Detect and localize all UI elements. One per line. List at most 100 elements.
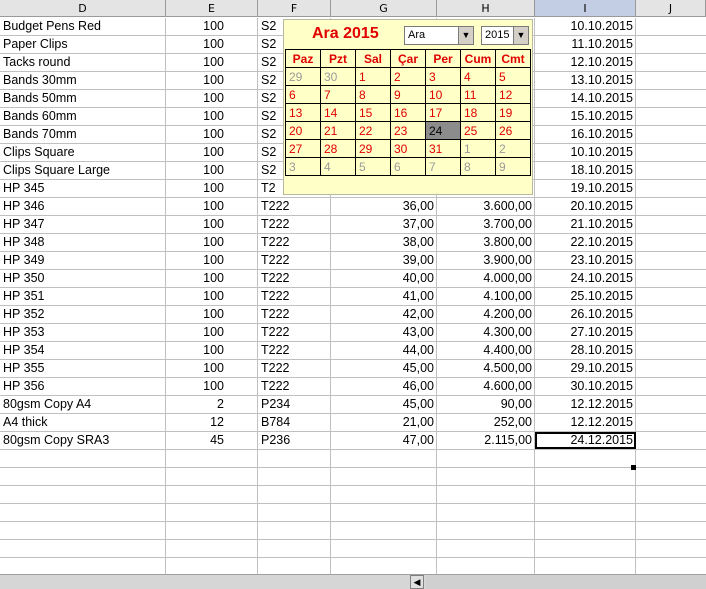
cell-f[interactable]: T222 [258, 252, 331, 269]
calendar-day[interactable]: 25 [460, 121, 496, 140]
calendar-day[interactable]: 12 [495, 85, 531, 104]
cell-f[interactable]: T222 [258, 324, 331, 341]
cell-d[interactable]: Clips Square [0, 144, 166, 161]
cell-f[interactable]: B784 [258, 414, 331, 431]
column-header-d[interactable]: D [0, 0, 166, 17]
calendar-day[interactable]: 1 [355, 67, 391, 86]
calendar-day[interactable]: 3 [285, 157, 321, 176]
cell-d[interactable]: HP 348 [0, 234, 166, 251]
cell-f[interactable]: T222 [258, 270, 331, 287]
calendar-day[interactable]: 23 [390, 121, 426, 140]
cell-d[interactable]: Budget Pens Red [0, 18, 166, 35]
cell-e[interactable]: 100 [166, 324, 258, 341]
cell-e[interactable]: 100 [166, 126, 258, 143]
cell-d[interactable]: 80gsm Copy A4 [0, 396, 166, 413]
cell-i[interactable]: 27.10.2015 [535, 324, 636, 341]
calendar-day[interactable]: 8 [460, 157, 496, 176]
cell-e[interactable]: 100 [166, 162, 258, 179]
calendar-day[interactable]: 2 [495, 139, 531, 158]
cell-g[interactable]: 39,00 [331, 252, 437, 269]
cell-g[interactable]: 42,00 [331, 306, 437, 323]
cell-d[interactable]: HP 353 [0, 324, 166, 341]
cell-g[interactable]: 37,00 [331, 216, 437, 233]
cell-i[interactable]: 20.10.2015 [535, 198, 636, 215]
cell-h[interactable]: 4.100,00 [437, 288, 535, 305]
cell-f[interactable]: T222 [258, 378, 331, 395]
cell-h[interactable]: 3.600,00 [437, 198, 535, 215]
calendar-day[interactable]: 5 [495, 67, 531, 86]
cell-e[interactable]: 100 [166, 198, 258, 215]
calendar-day[interactable]: 9 [390, 85, 426, 104]
calendar-day[interactable]: 3 [425, 67, 461, 86]
cell-h[interactable]: 3.800,00 [437, 234, 535, 251]
calendar-day[interactable]: 1 [460, 139, 496, 158]
cell-e[interactable]: 100 [166, 72, 258, 89]
cell-d[interactable]: HP 345 [0, 180, 166, 197]
cell-d[interactable]: HP 347 [0, 216, 166, 233]
cell-e[interactable]: 100 [166, 378, 258, 395]
calendar-day[interactable]: 8 [355, 85, 391, 104]
cell-e[interactable]: 100 [166, 360, 258, 377]
cell-i[interactable]: 12.12.2015 [535, 414, 636, 431]
cell-d[interactable]: Bands 30mm [0, 72, 166, 89]
column-header-i[interactable]: I [535, 0, 636, 17]
cell-f[interactable]: T222 [258, 288, 331, 305]
cell-f[interactable]: P234 [258, 396, 331, 413]
calendar-day[interactable]: 17 [425, 103, 461, 122]
cell-i[interactable]: 28.10.2015 [535, 342, 636, 359]
cell-e[interactable]: 100 [166, 180, 258, 197]
cell-i[interactable]: 14.10.2015 [535, 90, 636, 107]
cell-d[interactable]: HP 352 [0, 306, 166, 323]
cell-g[interactable]: 46,00 [331, 378, 437, 395]
cell-g[interactable]: 47,00 [331, 432, 437, 449]
calendar-day[interactable]: 29 [285, 67, 321, 86]
calendar-day[interactable]: 2 [390, 67, 426, 86]
calendar-day[interactable]: 26 [495, 121, 531, 140]
cell-d[interactable]: A4 thick [0, 414, 166, 431]
cell-f[interactable]: T222 [258, 234, 331, 251]
cell-e[interactable]: 100 [166, 144, 258, 161]
cell-i[interactable]: 10.10.2015 [535, 144, 636, 161]
cell-e[interactable]: 100 [166, 306, 258, 323]
calendar-day[interactable]: 15 [355, 103, 391, 122]
calendar-day[interactable]: 7 [425, 157, 461, 176]
column-header-j[interactable]: J [636, 0, 706, 17]
cell-h[interactable]: 4.300,00 [437, 324, 535, 341]
cell-i[interactable]: 18.10.2015 [535, 162, 636, 179]
cell-h[interactable]: 3.700,00 [437, 216, 535, 233]
cell-e[interactable]: 100 [166, 108, 258, 125]
cell-e[interactable]: 12 [166, 414, 258, 431]
cell-h[interactable]: 3.900,00 [437, 252, 535, 269]
cell-h[interactable]: 252,00 [437, 414, 535, 431]
cell-f[interactable]: T222 [258, 360, 331, 377]
column-header-e[interactable]: E [166, 0, 258, 17]
cell-e[interactable]: 100 [166, 270, 258, 287]
cell-e[interactable]: 100 [166, 18, 258, 35]
calendar-day[interactable]: 10 [425, 85, 461, 104]
cell-e[interactable]: 100 [166, 36, 258, 53]
cell-e[interactable]: 100 [166, 54, 258, 71]
calendar-day[interactable]: 6 [285, 85, 321, 104]
cell-d[interactable]: Tacks round [0, 54, 166, 71]
column-header-g[interactable]: G [331, 0, 437, 17]
cell-e[interactable]: 100 [166, 234, 258, 251]
calendar-day[interactable]: 13 [285, 103, 321, 122]
cell-g[interactable]: 43,00 [331, 324, 437, 341]
cell-g[interactable]: 40,00 [331, 270, 437, 287]
month-dropdown[interactable]: Ara ▼ [404, 26, 474, 45]
cell-g[interactable]: 21,00 [331, 414, 437, 431]
column-header-h[interactable]: H [437, 0, 535, 17]
cell-i[interactable]: 21.10.2015 [535, 216, 636, 233]
cell-e[interactable]: 100 [166, 252, 258, 269]
chevron-down-icon[interactable]: ▼ [458, 27, 473, 44]
cell-h[interactable]: 4.400,00 [437, 342, 535, 359]
cell-d[interactable]: HP 354 [0, 342, 166, 359]
cell-i[interactable]: 25.10.2015 [535, 288, 636, 305]
cell-i[interactable]: 30.10.2015 [535, 378, 636, 395]
calendar-day[interactable]: 30 [390, 139, 426, 158]
calendar-day[interactable]: 19 [495, 103, 531, 122]
cell-i[interactable]: 13.10.2015 [535, 72, 636, 89]
cell-g[interactable]: 38,00 [331, 234, 437, 251]
cell-i[interactable]: 15.10.2015 [535, 108, 636, 125]
cell-d[interactable]: Bands 70mm [0, 126, 166, 143]
